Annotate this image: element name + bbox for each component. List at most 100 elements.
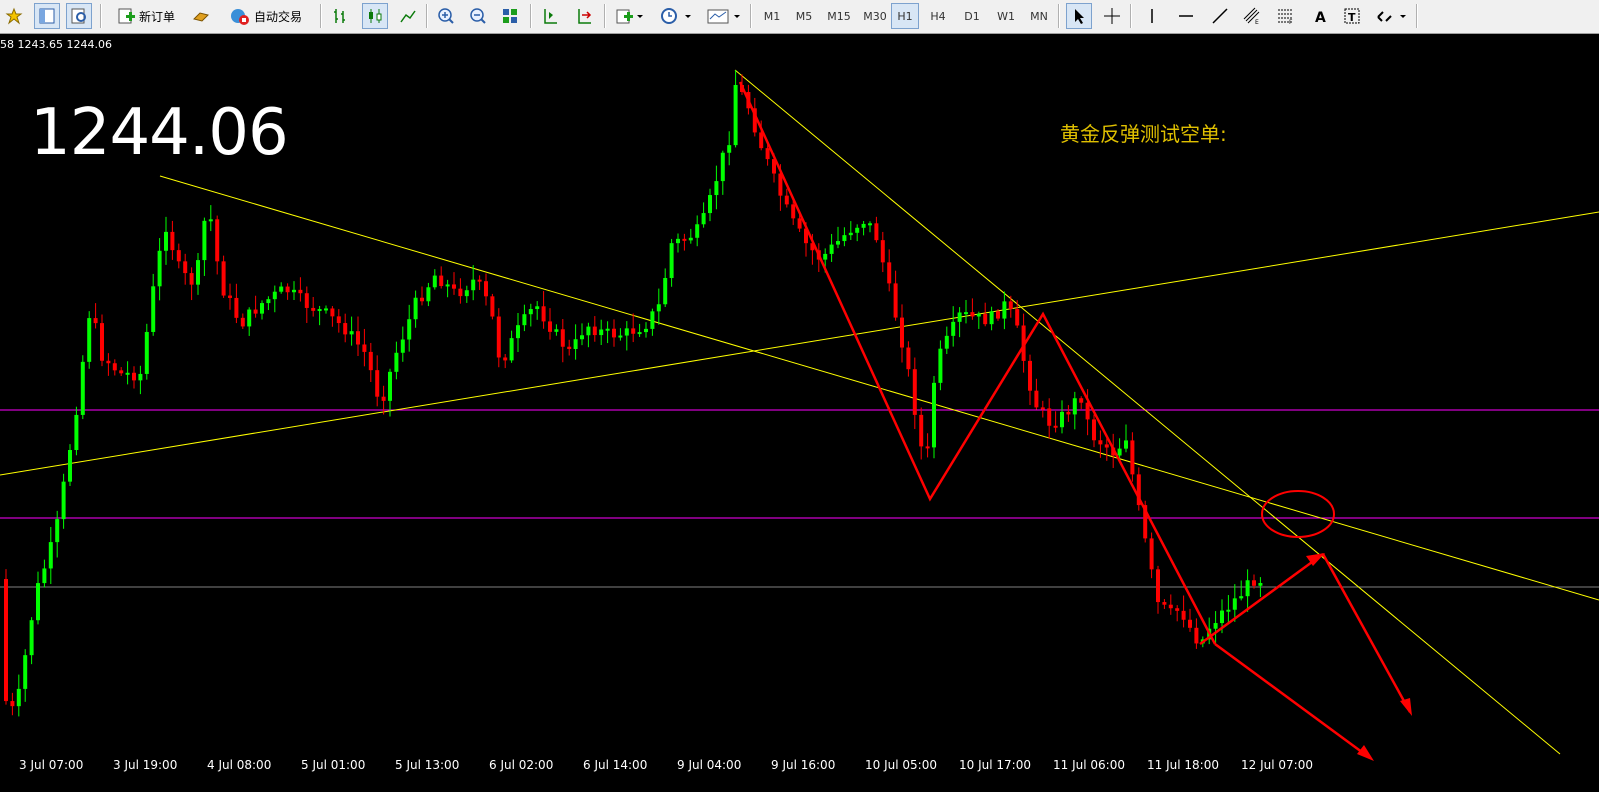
candle-body xyxy=(944,335,949,349)
candle-body xyxy=(893,283,898,318)
candle-body xyxy=(1239,596,1244,599)
indicators-dropdown[interactable] xyxy=(612,3,648,29)
auto-scroll-icon[interactable] xyxy=(572,3,596,29)
x-axis-label: 4 Jul 08:00 xyxy=(207,758,272,772)
candle-body xyxy=(650,311,655,329)
templates-dropdown[interactable] xyxy=(704,3,744,29)
candle-body xyxy=(55,519,60,543)
svg-text:F: F xyxy=(1289,19,1293,25)
candle-body xyxy=(477,279,482,282)
bar-chart-icon[interactable] xyxy=(328,3,352,29)
candlestick-icon[interactable] xyxy=(362,3,388,29)
candle-body xyxy=(919,414,924,447)
candle-body xyxy=(701,213,706,225)
candle-body xyxy=(970,312,975,317)
candle-body xyxy=(445,284,450,287)
cursor-icon[interactable] xyxy=(1066,3,1092,29)
timeframe-m1[interactable]: M1 xyxy=(758,3,786,29)
candle-body xyxy=(208,219,213,222)
candle-body xyxy=(343,323,348,335)
candle-body xyxy=(266,299,271,304)
candle-body xyxy=(144,331,149,374)
x-axis-label: 5 Jul 01:00 xyxy=(301,758,366,772)
timeframe-mn[interactable]: MN xyxy=(1024,3,1054,29)
candle-body xyxy=(906,347,911,370)
timeframe-h4[interactable]: H4 xyxy=(924,3,952,29)
candle-body xyxy=(272,291,277,300)
tile-windows-icon[interactable] xyxy=(498,3,522,29)
candle-body xyxy=(138,373,143,381)
candle-body xyxy=(119,370,124,374)
market-watch-icon[interactable] xyxy=(34,3,60,29)
candle-body xyxy=(714,181,719,196)
x-axis-label: 10 Jul 05:00 xyxy=(865,758,937,772)
candle-body xyxy=(151,286,156,332)
candle-body xyxy=(554,329,559,332)
x-axis-label: 3 Jul 07:00 xyxy=(19,758,84,772)
timeframe-h1[interactable]: H1 xyxy=(891,3,919,29)
zoom-out-icon[interactable] xyxy=(466,3,490,29)
x-axis-label: 5 Jul 13:00 xyxy=(395,758,460,772)
candle-body xyxy=(1232,598,1237,610)
candle-body xyxy=(375,370,380,397)
timeframe-m5[interactable]: M5 xyxy=(790,3,818,29)
horizontal-line-icon[interactable] xyxy=(1174,3,1198,29)
candle-body xyxy=(669,243,674,278)
candle-body xyxy=(663,277,668,305)
candle-body xyxy=(1104,444,1109,448)
chart-shift-icon[interactable] xyxy=(538,3,562,29)
candle-body xyxy=(336,316,341,324)
candle-body xyxy=(100,323,104,361)
candle-body xyxy=(420,297,424,302)
candle-body xyxy=(317,309,322,312)
equidistant-channel-icon[interactable]: E xyxy=(1240,3,1264,29)
timeframe-m15[interactable]: M15 xyxy=(822,3,856,29)
periods-dropdown[interactable] xyxy=(656,3,696,29)
fibonacci-icon[interactable]: F xyxy=(1274,3,1298,29)
timeframe-m30[interactable]: M30 xyxy=(858,3,892,29)
candle-body xyxy=(260,303,264,314)
line-chart-icon[interactable] xyxy=(396,3,420,29)
candle-body xyxy=(439,275,444,287)
candle-body xyxy=(407,319,412,340)
candle-body xyxy=(183,261,188,274)
candle-body xyxy=(490,296,495,317)
candle-body xyxy=(695,224,700,238)
candle-body xyxy=(1258,583,1263,586)
auto-trading-label: 自动交易 xyxy=(253,9,302,24)
candle-body xyxy=(29,620,34,656)
arrows-dropdown[interactable] xyxy=(1372,3,1412,29)
gold-bar-icon[interactable] xyxy=(190,3,212,29)
text-icon[interactable]: A xyxy=(1308,3,1332,29)
candle-body xyxy=(861,223,866,228)
text-label-icon[interactable]: T xyxy=(1340,3,1364,29)
candle-body xyxy=(823,253,828,260)
crosshair-icon[interactable] xyxy=(1100,3,1124,29)
timeframe-w1[interactable]: W1 xyxy=(992,3,1020,29)
rebound-arrow xyxy=(1199,552,1324,646)
candle-body xyxy=(388,371,392,401)
auto-trading-button[interactable]: 自动交易 xyxy=(220,3,312,29)
candle-body xyxy=(432,275,437,288)
candle-body xyxy=(682,238,687,241)
candle-body xyxy=(74,414,79,451)
trendline-icon[interactable] xyxy=(1208,3,1232,29)
candle-body xyxy=(503,357,508,361)
x-axis-label: 12 Jul 07:00 xyxy=(1241,758,1313,772)
candle-body xyxy=(4,579,8,702)
timeframe-d1[interactable]: D1 xyxy=(958,3,986,29)
navigator-zoom-icon[interactable] xyxy=(66,3,92,29)
candle-body xyxy=(279,286,284,292)
new-order-button[interactable]: 新订单 xyxy=(108,3,184,29)
candle-body xyxy=(1047,408,1052,426)
candle-body xyxy=(87,318,92,362)
candle-body xyxy=(413,297,418,320)
candle-body xyxy=(349,331,354,335)
zoom-in-icon[interactable] xyxy=(434,3,458,29)
candle-body xyxy=(1098,440,1103,445)
candle-body xyxy=(324,308,328,311)
profiles-icon[interactable] xyxy=(2,3,26,29)
candle-body xyxy=(983,313,988,325)
candle-body xyxy=(528,309,533,315)
vertical-line-icon[interactable] xyxy=(1140,3,1164,29)
